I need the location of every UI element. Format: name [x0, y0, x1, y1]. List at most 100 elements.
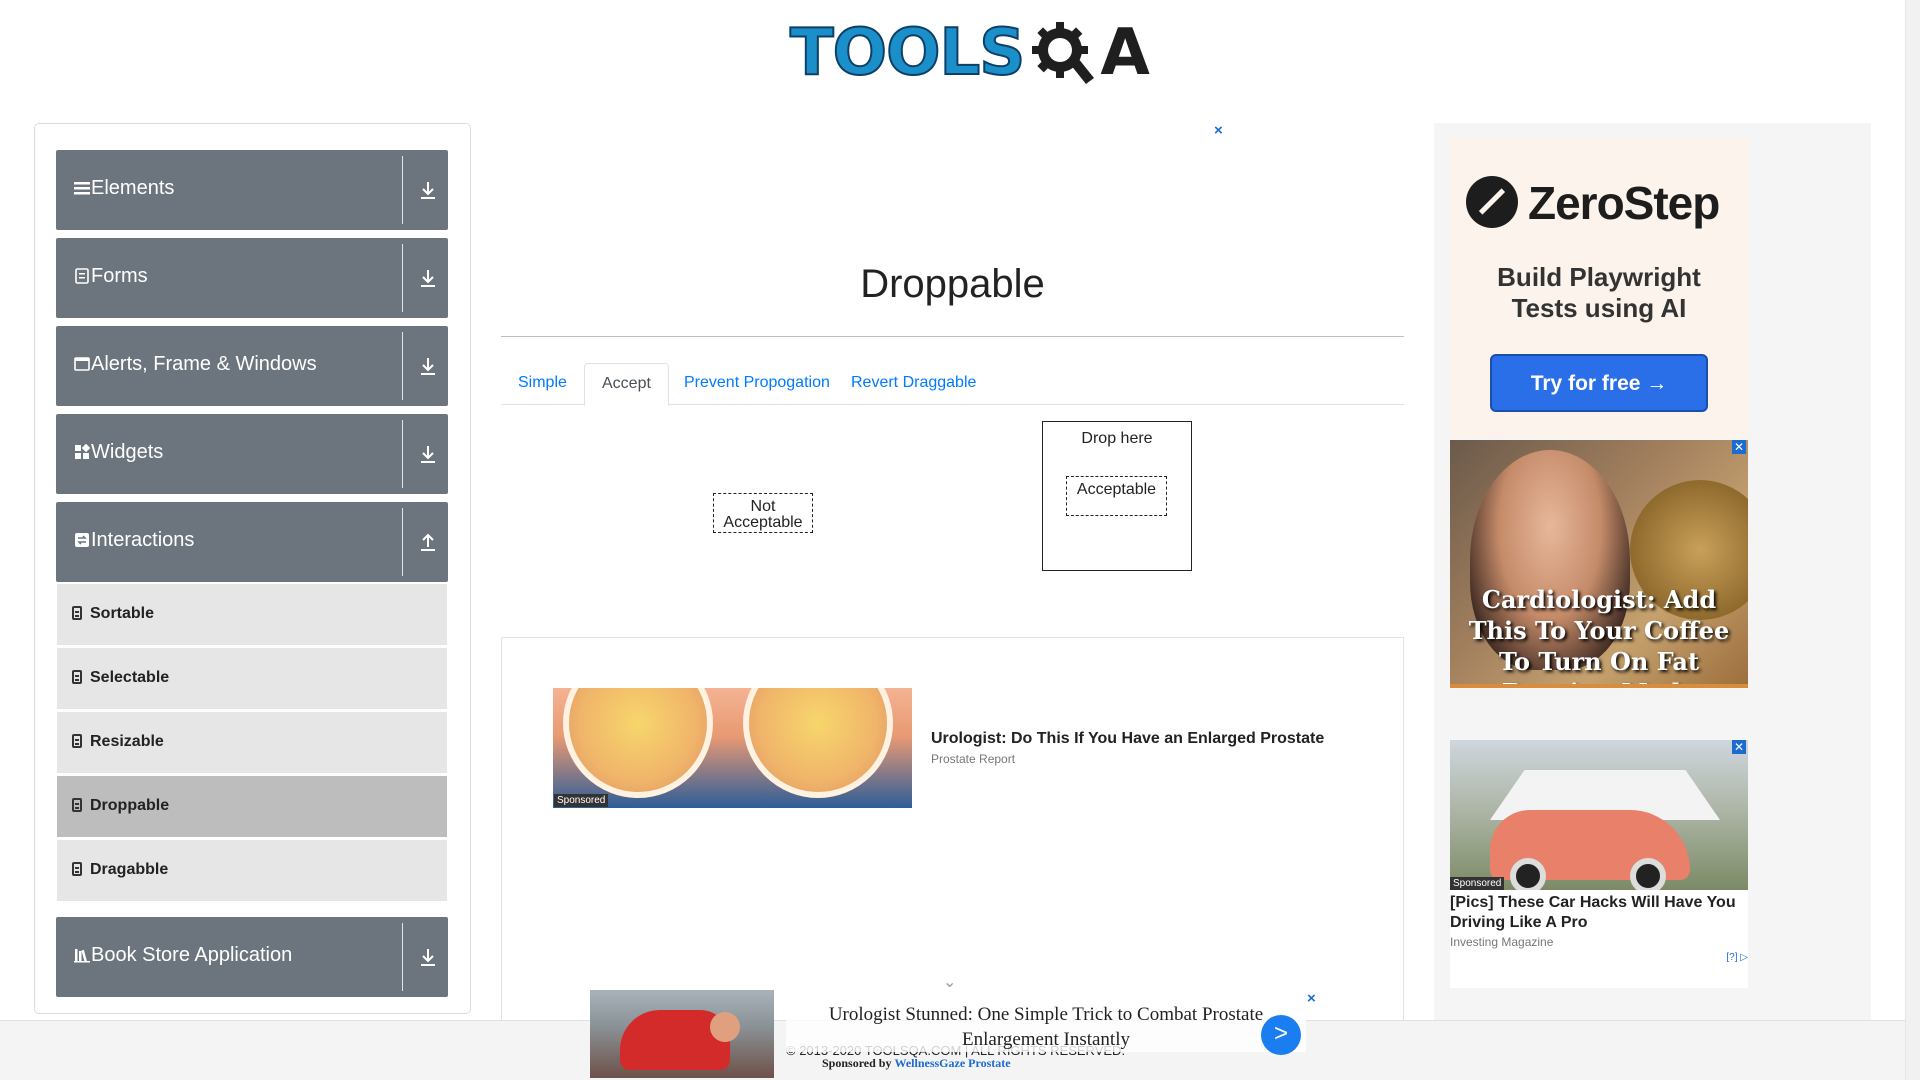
acceptable-draggable[interactable]: Acceptable — [1066, 476, 1167, 516]
divider — [402, 420, 403, 488]
sponsor-prefix: Sponsored by — [822, 1056, 895, 1070]
list-icon — [72, 798, 82, 812]
sidebar-item-sortable[interactable]: Sortable — [57, 584, 447, 646]
sidebar-group-label: Book Store Application — [91, 944, 293, 966]
zerostep-name: ZeroStep — [1528, 177, 1720, 229]
window-icon — [74, 356, 90, 372]
divider — [402, 508, 403, 576]
title-divider — [501, 336, 1404, 337]
cardiologist-ad[interactable]: ✕ Cardiologist: Add This To Your Coffee … — [1450, 440, 1748, 688]
divider — [402, 332, 403, 400]
close-icon[interactable]: ✕ — [1732, 440, 1746, 454]
sidebar-item-label: Sortable — [90, 605, 155, 622]
download-icon[interactable] — [417, 178, 439, 202]
divider — [402, 156, 403, 224]
ad-headline[interactable]: Urologist: Do This If You Have an Enlarg… — [931, 730, 1324, 748]
ad-image-shape — [1630, 858, 1666, 890]
book-icon — [74, 947, 90, 963]
ad-source: Investing Magazine — [1450, 935, 1554, 949]
drop-target-label: Drop here — [1081, 430, 1153, 447]
ad-image-shape — [743, 688, 893, 798]
gear-icon — [1030, 20, 1096, 86]
list-icon — [72, 670, 82, 684]
chevron-down-icon[interactable]: ⌄ — [943, 972, 956, 992]
sidebar-group-forms[interactable]: Forms — [56, 238, 448, 318]
adchoices-icon[interactable]: [?] ▷ — [1726, 952, 1748, 963]
interactions-icon — [74, 532, 90, 548]
ad-headline[interactable]: Urologist Stunned: One Simple Trick to C… — [786, 1002, 1306, 1052]
sidebar-group-label: Elements — [91, 177, 175, 199]
download-icon[interactable] — [417, 442, 439, 466]
tab-accept[interactable]: Accept — [584, 363, 669, 406]
zerostep-logo-icon — [1466, 176, 1518, 228]
sidebar-group-label: Forms — [91, 265, 148, 287]
sidebar-item-resizable[interactable]: Resizable — [57, 712, 447, 774]
logo-text: TOOLS — [789, 16, 1026, 90]
page: TOOLS A Elements Forms Alerts, Frame & W… — [0, 0, 1920, 1080]
sidebar-group-interactions[interactable]: Interactions — [56, 502, 448, 582]
toolsqa-logo[interactable]: TOOLS A — [789, 14, 1150, 92]
sidebar-group-alerts[interactable]: Alerts, Frame & Windows — [56, 326, 448, 406]
left-sidebar: Elements Forms Alerts, Frame & Windows W… — [34, 123, 471, 1014]
try-for-free-button[interactable]: Try for free → — [1490, 354, 1708, 412]
list-icon — [72, 862, 82, 876]
sidebar-item-label: Dragabble — [90, 861, 169, 878]
sponsored-badge: Sponsored — [554, 794, 609, 807]
ad-image[interactable]: Sponsored — [553, 688, 912, 808]
ad-caption: Cardiologist: Add This To Your Coffee To… — [1468, 585, 1730, 684]
not-acceptable-label-line1: Not — [750, 498, 776, 515]
list-icon — [72, 606, 82, 620]
zerostep-tagline-line1: Build Playwright — [1497, 262, 1701, 292]
sidebar-group-book-store[interactable]: Book Store Application — [56, 917, 448, 997]
download-icon[interactable] — [417, 945, 439, 969]
ad-source: Prostate Report — [931, 752, 1016, 766]
ad-image[interactable]: ✕ Sponsored — [1450, 740, 1748, 890]
zerostep-tagline-line2: Tests using AI — [1511, 293, 1687, 323]
zerostep-tagline: Build Playwright Tests using AI — [1450, 262, 1748, 324]
tab-revert-draggable[interactable]: Revert Draggable — [834, 363, 993, 405]
ad-image-shape — [1510, 858, 1546, 890]
hamburger-icon — [74, 180, 90, 196]
logo-text-tail: A — [1100, 16, 1150, 90]
sidebar-group-label: Interactions — [91, 529, 195, 551]
sponsored-badge: Sponsored — [1450, 877, 1505, 890]
page-title: Droppable — [860, 262, 1045, 306]
bottom-sticky-ad[interactable]: Urologist Stunned: One Simple Trick to C… — [590, 990, 1320, 1078]
drop-target[interactable]: Drop here Acceptable — [1042, 421, 1192, 571]
ad-headline[interactable]: [Pics] These Car Hacks Will Have You Dri… — [1450, 893, 1748, 933]
download-icon[interactable] — [417, 266, 439, 290]
list-icon — [72, 734, 82, 748]
sidebar-item-label: Droppable — [90, 797, 170, 814]
divider — [402, 923, 403, 991]
tab-prevent-propogation[interactable]: Prevent Propogation — [667, 363, 847, 405]
sidebar-item-selectable[interactable]: Selectable — [57, 648, 447, 710]
tab-bar: Simple Accept Prevent Propogation Revert… — [501, 363, 1404, 406]
not-acceptable-draggable[interactable]: Not Acceptable — [713, 493, 813, 533]
sidebar-group-label: Alerts, Frame & Windows — [91, 353, 317, 375]
ad-image-shape — [563, 688, 713, 798]
sponsor-name[interactable]: WellnessGaze Prostate — [894, 1056, 1010, 1070]
sidebar-item-dragabble[interactable]: Dragabble — [57, 840, 447, 902]
tab-simple[interactable]: Simple — [501, 363, 584, 405]
zerostep-ad[interactable]: ZeroStep Build Playwright Tests using AI… — [1450, 138, 1748, 438]
ad-sponsor: Sponsored by WellnessGaze Prostate — [822, 1056, 1011, 1071]
sponsored-ad-card[interactable]: Sponsored Urologist: Do This If You Have… — [501, 637, 1404, 1027]
sidebar-item-label: Resizable — [90, 733, 164, 750]
close-icon[interactable]: × — [1307, 990, 1316, 1007]
sidebar-item-label: Selectable — [90, 669, 170, 686]
sidebar-group-widgets[interactable]: Widgets — [56, 414, 448, 494]
widgets-icon — [74, 443, 91, 460]
scrollbar[interactable] — [1905, 0, 1920, 1080]
sidebar-group-elements[interactable]: Elements — [56, 150, 448, 230]
download-icon[interactable] — [417, 354, 439, 378]
ad-image[interactable] — [590, 990, 774, 1078]
close-icon[interactable]: ✕ — [1732, 740, 1746, 754]
sidebar-item-droppable[interactable]: Droppable — [57, 776, 447, 838]
divider — [402, 244, 403, 312]
sidebar-group-label: Widgets — [91, 441, 164, 463]
ad-close-icon[interactable]: × — [1214, 122, 1223, 139]
ad-image-shape — [710, 1012, 740, 1042]
upload-icon[interactable] — [417, 530, 439, 554]
go-button[interactable]: > — [1261, 1015, 1301, 1055]
car-hacks-ad[interactable]: ✕ Sponsored [Pics] These Car Hacks Will … — [1450, 740, 1748, 988]
